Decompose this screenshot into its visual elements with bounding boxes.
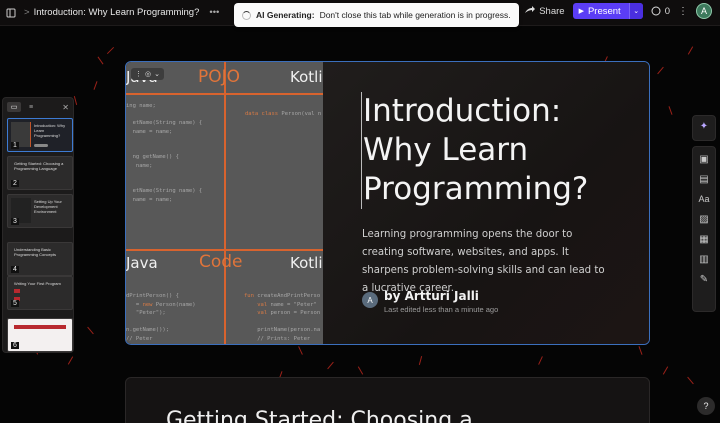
author-name: by Artturi Jalli	[384, 289, 479, 303]
present-label: Present	[587, 5, 621, 17]
draw-icon[interactable]: ✎	[694, 269, 714, 289]
drag-handle-icon[interactable]: ⋮	[135, 70, 142, 78]
thumbnail-title: Writing Your First Program	[14, 281, 61, 286]
present-button[interactable]: ▶ Present ⌄	[572, 3, 643, 19]
image-divider	[224, 62, 226, 344]
image-icon[interactable]: ▨	[694, 209, 714, 229]
thumbnail-title: Introduction: Why Learn Programming?	[34, 123, 66, 138]
slide-image[interactable]: Java POJO Kotlin Java Code Kotlin ing na…	[126, 62, 332, 344]
ai-generating-toast: AI Generating: Don't close this tab whil…	[234, 3, 519, 27]
play-icon: ▶	[578, 8, 584, 15]
toast-message: Don't close this tab while generation is…	[319, 10, 511, 20]
spark-decoration	[327, 361, 334, 370]
spark-decoration	[106, 46, 115, 55]
thumbnail-slide-5[interactable]: Writing Your First Program 5	[7, 276, 73, 310]
thumbnail-number: 4	[11, 266, 19, 273]
thumbnails-header: ▭ ≡ ✕	[3, 98, 73, 116]
thumbnail-number: 6	[11, 342, 19, 349]
chevron-down-icon[interactable]: ⌄	[154, 70, 160, 78]
more-options-icon[interactable]: •••	[209, 7, 219, 18]
breadcrumb: > Introduction: Why Learn Programming? •…	[24, 7, 219, 18]
spark-decoration	[298, 346, 303, 355]
next-slide-title: Getting Started: Choosing a	[166, 408, 473, 423]
top-right-tools: ▸ Share ▶ Present ⌄ 0 ⋮ A	[510, 3, 712, 19]
sidebar-toggle-icon[interactable]	[2, 4, 20, 22]
thumbnail-title: Understanding Basic Programming Concepts	[14, 247, 57, 257]
image-settings-icon[interactable]: ◎	[145, 70, 151, 78]
more-menu-icon[interactable]: ⋮	[678, 6, 688, 17]
help-button[interactable]: ?	[697, 397, 715, 415]
spark-decoration	[87, 326, 94, 335]
thumbnail-number: 1	[11, 142, 19, 149]
spark-decoration	[687, 46, 694, 55]
spark-decoration	[687, 376, 694, 385]
insert-card-icon[interactable]: ▣	[694, 149, 714, 169]
thumbnail-author-line	[34, 144, 48, 147]
thumbnail-mark	[14, 289, 20, 293]
current-slide[interactable]: Java POJO Kotlin Java Code Kotlin ing na…	[125, 61, 650, 345]
document-title[interactable]: Introduction: Why Learn Programming?	[34, 7, 200, 18]
author-avatar: A	[362, 292, 378, 308]
slide-text-area: Introduction: Why Learn Programming? Lea…	[323, 62, 649, 344]
spark-decoration	[657, 66, 664, 75]
thumbnail-mark	[14, 325, 66, 329]
author-block: A by Artturi Jalli Last edited less than…	[362, 289, 498, 314]
comments-button[interactable]: 0	[651, 6, 670, 17]
code-snippet: data class Person(val n	[245, 111, 322, 117]
code-snippet: ing name; etName(String name) { name = n…	[126, 103, 203, 203]
list-view-icon[interactable]: ≡	[24, 102, 38, 112]
spark-decoration	[418, 356, 423, 365]
thumbnail-title: Getting Started: Choosing a Programming …	[14, 161, 64, 171]
spark-decoration	[93, 81, 98, 90]
thumbnail-title: Setting Up Your Development Environment	[34, 199, 62, 214]
image-label-java: Java	[126, 254, 158, 272]
next-slide[interactable]: Getting Started: Choosing a	[125, 377, 650, 423]
image-toolbar[interactable]: ⋮ ◎ ⌄	[131, 68, 164, 80]
share-button[interactable]: Share	[524, 5, 565, 17]
loading-spinner-icon	[242, 10, 251, 20]
text-icon[interactable]: Aa	[694, 189, 714, 209]
insert-toolbar: ▣ ▤ Aa ▨ ▦ ▥ ✎	[692, 146, 716, 312]
thumbnail-slide-2[interactable]: Getting Started: Choosing a Programming …	[7, 156, 73, 190]
code-snippet: dPrintPerson() { = new Person(name) "Pet…	[126, 293, 196, 342]
present-dropdown-chevron-icon[interactable]: ⌄	[628, 3, 643, 19]
table-icon[interactable]: ▦	[694, 229, 714, 249]
thumbnail-number: 3	[11, 218, 19, 225]
thumbnail-slide-6[interactable]: 6	[7, 318, 73, 352]
toast-heading: AI Generating:	[256, 10, 315, 20]
thumbnail-slide-4[interactable]: Understanding Basic Programming Concepts…	[7, 242, 73, 276]
ai-assistant-rail: ✦	[692, 115, 716, 141]
last-edited-text: Last edited less than a minute ago	[384, 305, 499, 314]
spark-decoration	[73, 96, 78, 105]
spark-decoration	[638, 346, 643, 355]
thumbnail-slide-1[interactable]: Introduction: Why Learn Programming? 1	[7, 118, 73, 152]
close-panel-icon[interactable]: ✕	[62, 103, 69, 112]
spark-decoration	[668, 106, 673, 115]
spark-decoration	[662, 366, 669, 375]
comment-icon	[651, 6, 661, 16]
embed-icon[interactable]: ▥	[694, 249, 714, 269]
slide-body-text[interactable]: Learning programming opens the door to c…	[362, 226, 612, 298]
code-snippet: fun createAndPrintPerso val name = "Pete…	[244, 293, 321, 342]
thumbnail-slide-3[interactable]: Setting Up Your Development Environment …	[7, 194, 73, 228]
thumbnail-number: 2	[11, 180, 19, 187]
breadcrumb-separator: >	[24, 7, 30, 18]
spark-decoration	[97, 56, 104, 65]
image-label-code: Code	[199, 252, 243, 272]
slide-thumbnails-panel: ▭ ≡ ✕ Introduction: Why Learn Programmin…	[2, 97, 74, 353]
card-view-icon[interactable]: ▭	[7, 102, 21, 112]
share-label: Share	[539, 5, 565, 17]
thumbnail-number: 5	[11, 300, 19, 307]
share-icon	[525, 6, 536, 13]
layout-icon[interactable]: ▤	[694, 169, 714, 189]
ai-sparkle-icon[interactable]: ✦	[694, 116, 714, 136]
spark-decoration	[67, 356, 74, 365]
user-avatar[interactable]: A	[696, 3, 712, 19]
image-label-pojo: POJO	[198, 67, 241, 87]
comment-count: 0	[664, 5, 670, 17]
slide-title[interactable]: Introduction: Why Learn Programming?	[361, 92, 631, 209]
spark-decoration	[538, 356, 543, 365]
spark-decoration	[357, 366, 364, 375]
